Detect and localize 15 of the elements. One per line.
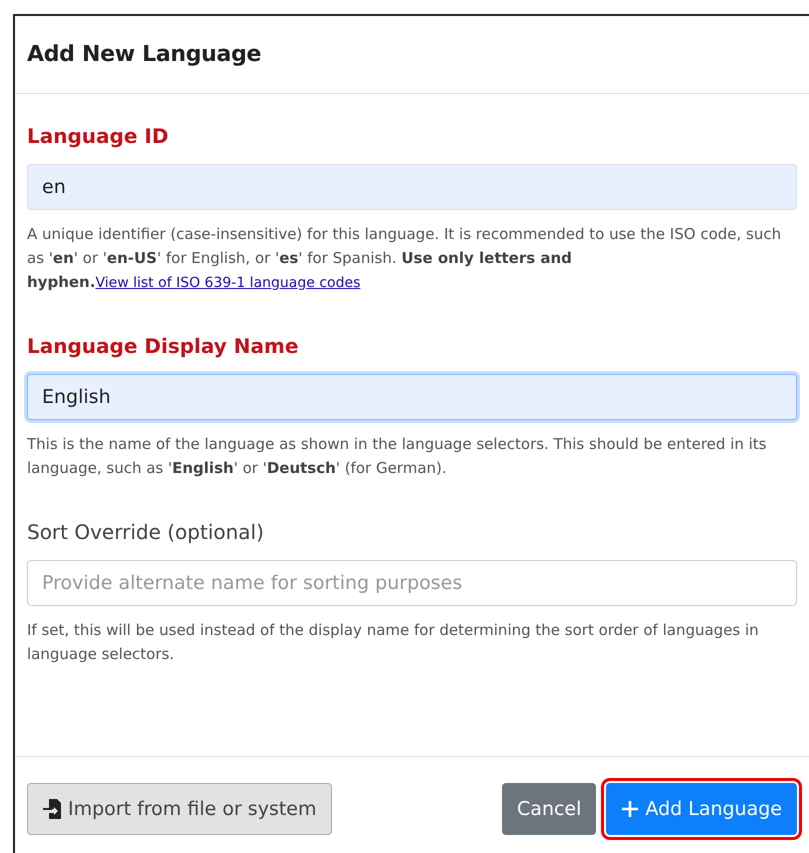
plus-icon: [621, 800, 640, 818]
dialog-title: Add New Language: [27, 42, 262, 67]
field-label: Language ID: [27, 124, 170, 148]
help-text: If set, this will be used instead of the display name for determining the sort order of languages in language selectors.: [27, 620, 760, 666]
import-button[interactable]: Import from file or system: [27, 783, 332, 836]
iso-codes-link[interactable]: View list of ISO 639-1 language codes: [95, 275, 360, 291]
input-field[interactable]: en: [27, 164, 797, 210]
input-field[interactable]: English: [27, 374, 797, 420]
help-text: This is the name of the language as shown in the language selectors. This should be entered in its language, such as 'English' or 'Deutsch' (for German).: [27, 434, 768, 480]
help-text: A unique identifier (case-insensitive) for this language. It is recommended to use the ISO code, such as 'en' or 'en-US' for English, or 'es' for Spanish. Use only letters and hyphen.View list of ISO 639-1 language codes: [27, 224, 782, 293]
field-label: Language Display Name: [27, 334, 300, 358]
file-import-icon: [42, 798, 62, 820]
input-field[interactable]: Provide alternate name for sorting purposes: [27, 560, 797, 606]
cancel-button[interactable]: Cancel: [502, 783, 596, 836]
field-label: Sort Override (optional): [27, 520, 265, 544]
